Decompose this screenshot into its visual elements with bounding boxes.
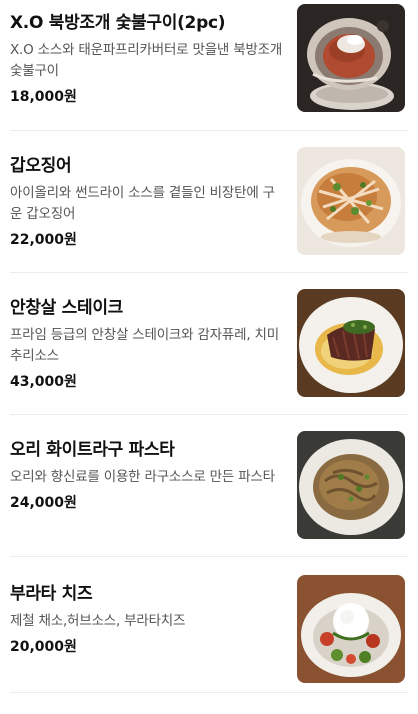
duck-ragu-pasta-image (297, 431, 405, 539)
menu-list: X.O 북방조개 숯불구이(2pc) X.O 소스와 태운파프리카버터로 맛을낸… (0, 0, 418, 693)
menu-item-text: 오리 화이트라구 파스타 오리와 향신료를 이용한 라구소스로 만든 파스타 2… (10, 439, 284, 513)
burrata-cheese-photo[interactable] (297, 575, 405, 683)
menu-item-name: 갑오징어 (10, 156, 72, 176)
menu-item-price: 43,000원 (10, 374, 77, 390)
burrata-cheese-image (297, 575, 405, 683)
menu-item-skirt-steak[interactable]: 안창살 스테이크 프라임 등급의 안창살 스테이크와 감자퓨레, 치미추리소스 … (0, 285, 418, 428)
menu-item-name: 안창살 스테이크 (10, 298, 123, 318)
skirt-steak-image (297, 289, 405, 397)
menu-item-xo-clam[interactable]: X.O 북방조개 숯불구이(2pc) X.O 소스와 태운파프리카버터로 맛을낸… (0, 0, 418, 143)
menu-item-description: 오리와 향신료를 이용한 라구소스로 만든 파스타 (10, 469, 275, 485)
menu-item-price: 24,000원 (10, 495, 77, 511)
grilled-surf-clam-photo[interactable] (297, 4, 405, 112)
menu-item-description: 아이올리와 썬드라이 소스를 곁들인 비장탄에 구운 갑오징어 (10, 185, 275, 222)
duck-ragu-pasta-photo[interactable] (297, 431, 405, 539)
menu-item-duck-ragu-pasta[interactable]: 오리 화이트라구 파스타 오리와 향신료를 이용한 라구소스로 만든 파스타 2… (0, 427, 418, 570)
skirt-steak-photo[interactable] (297, 289, 405, 397)
menu-item-price: 22,000원 (10, 232, 77, 248)
menu-item-price: 18,000원 (10, 89, 77, 105)
menu-item-name: X.O 북방조개 숯불구이(2pc) (10, 13, 226, 33)
divider (10, 414, 408, 415)
grilled-cuttlefish-photo[interactable] (297, 147, 405, 255)
menu-item-name: 오리 화이트라구 파스타 (10, 440, 175, 460)
menu-item-text: 갑오징어 아이올리와 썬드라이 소스를 곁들인 비장탄에 구운 갑오징어 22,… (10, 155, 284, 250)
menu-item-name: 부라타 치즈 (10, 584, 93, 604)
grilled-surf-clam-image (297, 4, 405, 112)
menu-item-price: 20,000원 (10, 639, 77, 655)
menu-item-text: X.O 북방조개 숯불구이(2pc) X.O 소스와 태운파프리카버터로 맛을낸… (10, 12, 284, 107)
grilled-cuttlefish-image (297, 147, 405, 255)
menu-item-description: 제철 채소,허브소스, 부라타치즈 (10, 613, 186, 629)
menu-item-description: X.O 소스와 태운파프리카버터로 맛을낸 북방조개 숯불구이 (10, 42, 283, 79)
divider (10, 556, 408, 557)
menu-item-cuttlefish[interactable]: 갑오징어 아이올리와 썬드라이 소스를 곁들인 비장탄에 구운 갑오징어 22,… (0, 143, 418, 286)
menu-item-description: 프라임 등급의 안창살 스테이크와 감자퓨레, 치미추리소스 (10, 327, 279, 364)
menu-item-text: 안창살 스테이크 프라임 등급의 안창살 스테이크와 감자퓨레, 치미추리소스 … (10, 297, 284, 392)
menu-item-text: 부라타 치즈 제철 채소,허브소스, 부라타치즈 20,000원 (10, 583, 284, 657)
divider (10, 130, 408, 131)
divider (10, 272, 408, 273)
